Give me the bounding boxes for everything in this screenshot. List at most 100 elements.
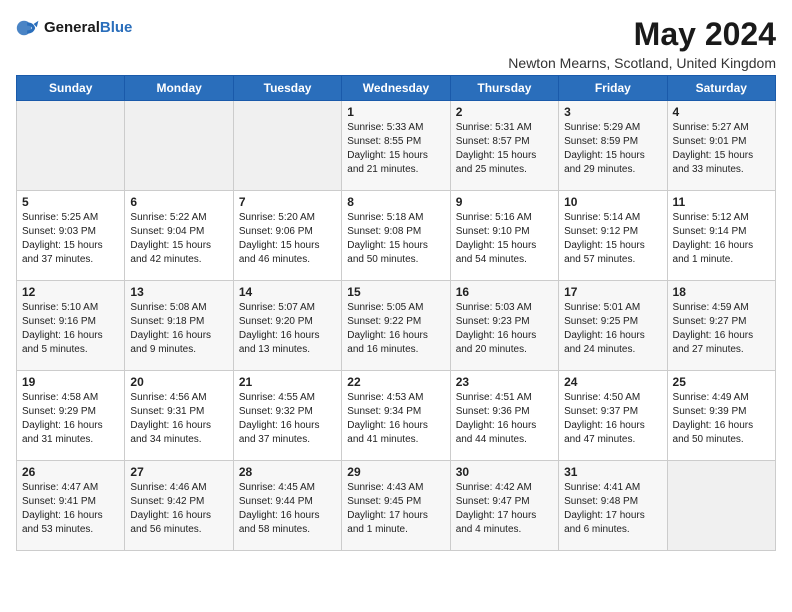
- day-info-line: Sunset: 9:03 PM: [22, 225, 119, 239]
- day-info-line: Sunset: 9:01 PM: [673, 135, 770, 149]
- day-number: 4: [673, 105, 770, 119]
- day-info-line: Sunrise: 5:31 AM: [456, 121, 553, 135]
- day-info-line: Daylight: 16 hours: [673, 329, 770, 343]
- title-area: May 2024 Newton Mearns, Scotland, United…: [508, 16, 776, 71]
- day-info-line: Sunrise: 4:41 AM: [564, 481, 661, 495]
- day-header-wednesday: Wednesday: [342, 76, 450, 101]
- day-info-line: Sunset: 9:22 PM: [347, 315, 444, 329]
- calendar-cell: 21Sunrise: 4:55 AMSunset: 9:32 PMDayligh…: [233, 371, 341, 461]
- calendar-cell: 17Sunrise: 5:01 AMSunset: 9:25 PMDayligh…: [559, 281, 667, 371]
- day-info-line: and 54 minutes.: [456, 253, 553, 267]
- calendar-cell: 9 Sunrise: 5:16 AMSunset: 9:10 PMDaylight…: [450, 191, 558, 281]
- day-number: 5: [22, 195, 119, 209]
- day-info-line: Sunset: 9:23 PM: [456, 315, 553, 329]
- day-info-line: and 31 minutes.: [22, 433, 119, 447]
- day-info-line: Sunrise: 4:58 AM: [22, 391, 119, 405]
- day-info-line: Daylight: 15 hours: [456, 239, 553, 253]
- day-info-line: Sunset: 9:12 PM: [564, 225, 661, 239]
- day-info-line: Sunrise: 5:25 AM: [22, 211, 119, 225]
- day-info-line: and 25 minutes.: [456, 163, 553, 177]
- day-info-line: Sunset: 9:16 PM: [22, 315, 119, 329]
- month-year-title: May 2024: [508, 16, 776, 53]
- calendar-body: 1Sunrise: 5:33 AMSunset: 8:55 PMDaylight…: [17, 101, 776, 551]
- day-info-line: Sunset: 9:10 PM: [456, 225, 553, 239]
- day-info-line: Sunset: 8:55 PM: [347, 135, 444, 149]
- day-info-line: Sunset: 9:42 PM: [130, 495, 227, 509]
- logo-icon: [16, 16, 40, 40]
- calendar-table: SundayMondayTuesdayWednesdayThursdayFrid…: [16, 75, 776, 551]
- calendar-cell: 2Sunrise: 5:31 AMSunset: 8:57 PMDaylight…: [450, 101, 558, 191]
- day-info-line: Daylight: 16 hours: [673, 239, 770, 253]
- calendar-cell: 5 Sunrise: 5:25 AMSunset: 9:03 PMDaylight…: [17, 191, 125, 281]
- day-number: 18: [673, 285, 770, 299]
- day-info-line: and 27 minutes.: [673, 343, 770, 357]
- calendar-cell: 12Sunrise: 5:10 AMSunset: 9:16 PMDayligh…: [17, 281, 125, 371]
- day-info-line: Sunset: 9:29 PM: [22, 405, 119, 419]
- calendar-week-row: 12Sunrise: 5:10 AMSunset: 9:16 PMDayligh…: [17, 281, 776, 371]
- day-info-line: Daylight: 16 hours: [22, 509, 119, 523]
- day-info-line: Sunrise: 4:45 AM: [239, 481, 336, 495]
- logo-text-blue: Blue: [100, 19, 133, 36]
- day-info-line: and 56 minutes.: [130, 523, 227, 537]
- day-info-line: Daylight: 15 hours: [564, 149, 661, 163]
- day-info-line: Sunrise: 5:22 AM: [130, 211, 227, 225]
- day-info-line: Sunset: 9:48 PM: [564, 495, 661, 509]
- day-info-line: and 44 minutes.: [456, 433, 553, 447]
- day-number: 20: [130, 375, 227, 389]
- calendar-cell: 10Sunrise: 5:14 AMSunset: 9:12 PMDayligh…: [559, 191, 667, 281]
- day-info-line: Daylight: 16 hours: [347, 329, 444, 343]
- day-info-line: Sunset: 9:31 PM: [130, 405, 227, 419]
- day-number: 29: [347, 465, 444, 479]
- day-info-line: and 46 minutes.: [239, 253, 336, 267]
- calendar-cell: 1 Sunrise: 5:33 AMSunset: 8:55 PMDaylight…: [342, 101, 450, 191]
- day-info-line: Daylight: 16 hours: [239, 509, 336, 523]
- day-number: 31: [564, 465, 661, 479]
- day-info-line: Sunrise: 4:43 AM: [347, 481, 444, 495]
- day-info-line: Sunrise: 4:50 AM: [564, 391, 661, 405]
- day-info-line: and 37 minutes.: [22, 253, 119, 267]
- calendar-cell: [233, 101, 341, 191]
- day-info-line: Sunrise: 5:10 AM: [22, 301, 119, 315]
- calendar-cell: 26Sunrise: 4:47 AMSunset: 9:41 PMDayligh…: [17, 461, 125, 551]
- calendar-cell: 22Sunrise: 4:53 AMSunset: 9:34 PMDayligh…: [342, 371, 450, 461]
- day-info-line: Daylight: 16 hours: [130, 329, 227, 343]
- day-info-line: Sunset: 9:39 PM: [673, 405, 770, 419]
- day-info-line: and 1 minute.: [673, 253, 770, 267]
- day-info-line: Sunrise: 5:33 AM: [347, 121, 444, 135]
- day-info-line: Sunrise: 4:51 AM: [456, 391, 553, 405]
- day-info-line: Daylight: 15 hours: [22, 239, 119, 253]
- day-number: 21: [239, 375, 336, 389]
- day-number: 3: [564, 105, 661, 119]
- day-info-line: Sunrise: 5:01 AM: [564, 301, 661, 315]
- day-number: 26: [22, 465, 119, 479]
- calendar-cell: 4Sunrise: 5:27 AMSunset: 9:01 PMDaylight…: [667, 101, 775, 191]
- day-info-line: and 16 minutes.: [347, 343, 444, 357]
- day-info-line: Sunrise: 5:08 AM: [130, 301, 227, 315]
- day-info-line: Daylight: 16 hours: [347, 419, 444, 433]
- day-info-line: Sunrise: 4:42 AM: [456, 481, 553, 495]
- day-number: 25: [673, 375, 770, 389]
- day-number: 8: [347, 195, 444, 209]
- day-number: 15: [347, 285, 444, 299]
- day-number: 23: [456, 375, 553, 389]
- calendar-cell: 11Sunrise: 5:12 AMSunset: 9:14 PMDayligh…: [667, 191, 775, 281]
- day-number: 9: [456, 195, 553, 209]
- day-info-line: and 41 minutes.: [347, 433, 444, 447]
- day-number: 1: [347, 105, 444, 119]
- day-info-line: Daylight: 16 hours: [564, 419, 661, 433]
- day-info-line: Sunrise: 5:16 AM: [456, 211, 553, 225]
- day-number: 24: [564, 375, 661, 389]
- day-info-line: and 42 minutes.: [130, 253, 227, 267]
- day-info-line: Sunrise: 5:03 AM: [456, 301, 553, 315]
- calendar-header: SundayMondayTuesdayWednesdayThursdayFrid…: [17, 76, 776, 101]
- day-header-tuesday: Tuesday: [233, 76, 341, 101]
- day-info-line: Sunset: 9:37 PM: [564, 405, 661, 419]
- day-info-line: Daylight: 15 hours: [347, 149, 444, 163]
- day-header-monday: Monday: [125, 76, 233, 101]
- day-info-line: and 50 minutes.: [347, 253, 444, 267]
- calendar-week-row: 5Sunrise: 5:25 AMSunset: 9:03 PMDaylight…: [17, 191, 776, 281]
- day-info-line: Sunrise: 4:46 AM: [130, 481, 227, 495]
- calendar-cell: 23Sunrise: 4:51 AMSunset: 9:36 PMDayligh…: [450, 371, 558, 461]
- calendar-week-row: 1Sunrise: 5:33 AMSunset: 8:55 PMDaylight…: [17, 101, 776, 191]
- day-info-line: and 9 minutes.: [130, 343, 227, 357]
